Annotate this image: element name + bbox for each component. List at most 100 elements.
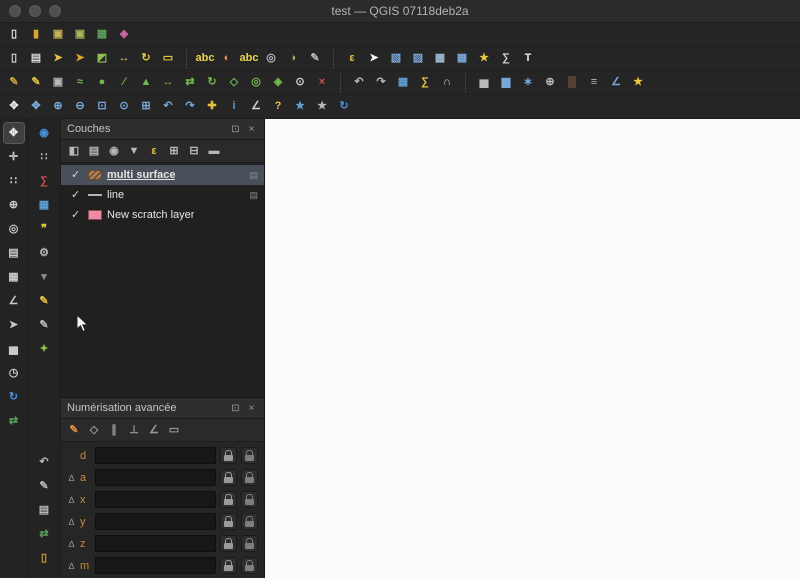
new-3d-map-view-icon[interactable]: ✚ [202, 97, 222, 117]
select-all-icon[interactable]: ▦ [452, 49, 472, 69]
map-tips-icon[interactable]: ❞ [34, 219, 54, 239]
layers-stack-icon[interactable]: ▤ [4, 243, 24, 263]
zoom-next-icon[interactable]: ↷ [180, 97, 200, 117]
zoom-last-icon[interactable]: ↶ [158, 97, 178, 117]
delta-toggle-icon[interactable]: ∆ [67, 539, 76, 549]
identify-features-icon[interactable]: i [224, 97, 244, 117]
manage-map-themes-icon[interactable]: ◉ [105, 142, 123, 160]
sketch-pencil-icon[interactable]: ✎ [34, 315, 54, 335]
minimize-window-button[interactable] [29, 5, 41, 17]
scatter-plot-icon[interactable]: ∗ [518, 73, 538, 93]
style-manager-icon[interactable]: ◈ [114, 25, 134, 45]
save-project-icon[interactable]: ▣ [48, 25, 68, 45]
rotate-label-icon[interactable]: ↻ [136, 49, 156, 69]
current-edits-icon[interactable]: ✎ [4, 73, 24, 93]
new-print-layout-icon[interactable]: ▯ [4, 49, 24, 69]
sigma-statistics-icon[interactable]: ∑ [34, 171, 54, 191]
dot-grid-icon[interactable]: ∷ [34, 147, 54, 167]
add-part-icon[interactable]: ◈ [268, 73, 288, 93]
undock-panel-icon[interactable]: ⊡ [229, 402, 242, 415]
move-feature-icon[interactable]: ↔ [158, 73, 178, 93]
enable-advanced-digitizing-icon[interactable]: ✎ [65, 421, 83, 439]
repeating-lock-icon[interactable] [241, 535, 258, 552]
delete-selected-icon[interactable]: × [312, 73, 332, 93]
chart-icon[interactable]: ▅ [4, 339, 24, 359]
gear-caret-icon[interactable]: ▾ [34, 267, 54, 287]
layer-row[interactable]: ✓ New scratch layer ▤ [61, 205, 264, 225]
annotation-toolbar-icon[interactable]: ✎ [305, 49, 325, 69]
show-hidden-labels-icon[interactable]: ◩ [92, 49, 112, 69]
mean-coordinates-icon[interactable]: ⊕ [540, 73, 560, 93]
map-tips-icon[interactable]: ? [268, 97, 288, 117]
open-layer-styling-icon[interactable]: ◧ [65, 142, 83, 160]
pin-labels-icon[interactable]: ➤ [70, 49, 90, 69]
zoom-in-icon[interactable]: ⊕ [48, 97, 68, 117]
copy-move-feature-icon[interactable]: ⇄ [180, 73, 200, 93]
edit-pencil-icon[interactable]: ✎ [34, 291, 54, 311]
new-bookmark-icon[interactable]: ★ [290, 97, 310, 117]
contour-icon[interactable]: ≡ [584, 73, 604, 93]
labeling-rules-icon[interactable]: abc [239, 49, 259, 69]
pan-to-selection-icon[interactable]: ✥ [26, 97, 46, 117]
move-label-icon[interactable]: ↔ [114, 49, 134, 69]
heatmap-icon[interactable]: ▒ [562, 73, 582, 93]
pointer-icon[interactable]: ➤ [364, 49, 384, 69]
zoom-to-layer-icon[interactable]: ⊞ [136, 97, 156, 117]
layer-labeling-icon[interactable]: abc [195, 49, 215, 69]
pin-icon[interactable]: ➤ [4, 315, 24, 335]
x-input[interactable] [95, 491, 216, 508]
layer-visibility-checkbox[interactable]: ✓ [71, 169, 83, 181]
color-swatches-icon[interactable]: ▦ [4, 267, 24, 287]
open-project-icon[interactable]: ▮ [26, 25, 46, 45]
construction-mode-icon[interactable]: ◇ [85, 421, 103, 439]
attribute-table-icon[interactable]: ▦ [34, 195, 54, 215]
repeating-lock-icon[interactable] [241, 513, 258, 530]
snap-angles-icon[interactable]: ∠ [145, 421, 163, 439]
distance-input[interactable] [95, 447, 216, 464]
pan-hand-icon[interactable]: ✥ [2, 122, 25, 144]
perpendicular-icon[interactable]: ⊥ [125, 421, 143, 439]
layout-manager-icon[interactable]: ▤ [26, 49, 46, 69]
lock-icon[interactable] [220, 535, 237, 552]
add-group-icon[interactable]: ▤ [85, 142, 103, 160]
add-polygon-feature-icon[interactable]: ▲ [136, 73, 156, 93]
add-line-feature-icon[interactable]: ∕ [114, 73, 134, 93]
lock-icon[interactable] [220, 513, 237, 530]
show-bookmarks-icon[interactable]: ★ [312, 97, 332, 117]
repeating-lock-icon[interactable] [241, 447, 258, 464]
layer-diagram-icon[interactable]: ◐ [217, 49, 237, 69]
redo-icon[interactable]: ↷ [371, 73, 391, 93]
clipboard-icon[interactable]: ▯ [34, 548, 54, 568]
statistical-summary-icon[interactable]: ∑ [496, 49, 516, 69]
select-features-icon[interactable]: ▧ [386, 49, 406, 69]
undock-panel-icon[interactable]: ⊡ [229, 123, 242, 136]
label-engine-settings-icon[interactable]: ◎ [261, 49, 281, 69]
filter-legend-icon[interactable]: ▼ [125, 142, 143, 160]
m-input[interactable] [95, 557, 216, 574]
y-input[interactable] [95, 513, 216, 530]
zoom-to-selection-icon[interactable]: ⊙ [114, 97, 134, 117]
magnifier-icon[interactable]: ⊕ [4, 195, 24, 215]
log-book-icon[interactable]: ▤ [34, 500, 54, 520]
field-calculator-icon[interactable]: ∑ [415, 73, 435, 93]
save-layer-edits-icon[interactable]: ▣ [48, 73, 68, 93]
dot-matrix-icon[interactable]: ∷ [4, 171, 24, 191]
histogram-icon[interactable]: ▆ [496, 73, 516, 93]
favorites-secondary-icon[interactable]: ★ [628, 73, 648, 93]
sync-arrows-icon[interactable]: ⇄ [34, 524, 54, 544]
processing-gear-icon[interactable]: ⚙ [34, 243, 54, 263]
new-project-icon[interactable]: ▯ [4, 25, 24, 45]
layer-visibility-checkbox[interactable]: ✓ [71, 189, 83, 201]
select-by-expression-icon[interactable]: ε [342, 49, 362, 69]
parallel-icon[interactable]: ∥ [105, 421, 123, 439]
measure-line-icon[interactable]: ∠ [246, 97, 266, 117]
angle-input[interactable] [95, 469, 216, 486]
floater-icon[interactable]: ▭ [165, 421, 183, 439]
change-label-icon[interactable]: ▭ [158, 49, 178, 69]
layer-row[interactable]: ✓ line ▤ [61, 185, 264, 205]
undo-history-icon[interactable]: ↶ [34, 452, 54, 472]
delta-toggle-icon[interactable]: ∆ [67, 517, 76, 527]
repeating-lock-icon[interactable] [241, 469, 258, 486]
close-window-button[interactable] [9, 5, 21, 17]
lock-icon[interactable] [220, 557, 237, 574]
